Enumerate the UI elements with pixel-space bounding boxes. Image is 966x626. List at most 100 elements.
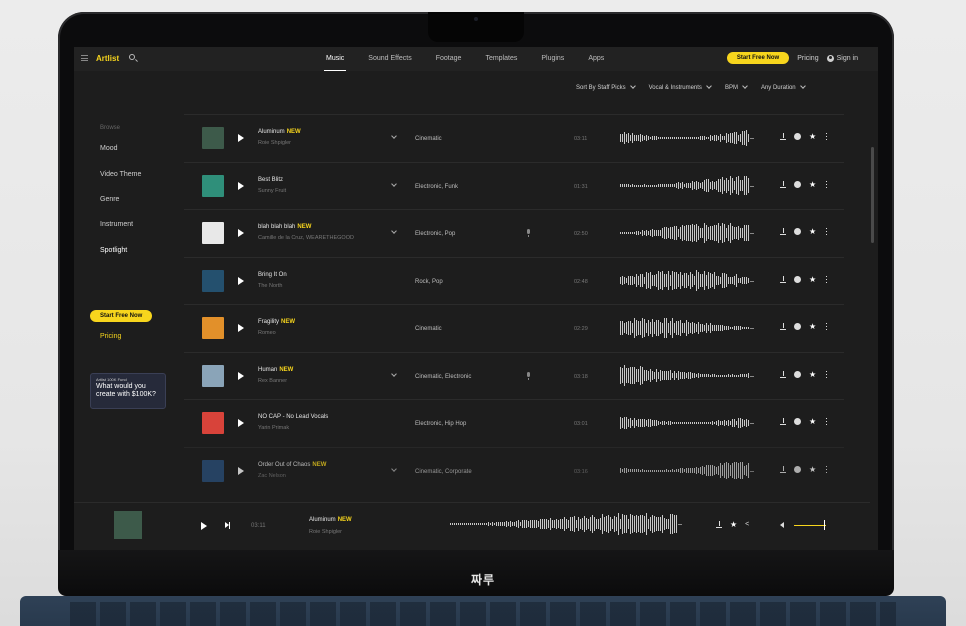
- favorite-icon[interactable]: ★: [809, 418, 816, 426]
- download-icon[interactable]: [780, 133, 786, 140]
- sidebar-item-video-theme[interactable]: Video Theme: [100, 171, 141, 178]
- sidebar-pricing-link[interactable]: Pricing: [100, 333, 121, 340]
- player-play-icon[interactable]: [201, 522, 207, 530]
- chevron-down-icon[interactable]: [391, 180, 397, 187]
- track-artist[interactable]: The North: [258, 283, 282, 289]
- chevron-down-icon[interactable]: [391, 133, 397, 139]
- filter-dropdown[interactable]: Vocal & Instruments: [649, 83, 712, 91]
- filter-dropdown[interactable]: Sort By Staff Picks: [576, 83, 636, 91]
- track-artist[interactable]: Yarin Primak: [258, 425, 289, 431]
- sidebar-start-free-button[interactable]: Start Free Now: [90, 310, 153, 322]
- filter-dropdown[interactable]: BPM: [725, 83, 748, 91]
- track-waveform[interactable]: [620, 269, 756, 294]
- favorite-icon[interactable]: ★: [809, 228, 816, 236]
- more-options-icon[interactable]: [826, 370, 828, 378]
- track-waveform[interactable]: [620, 365, 756, 389]
- track-cover[interactable]: [202, 459, 224, 482]
- track-cover[interactable]: [202, 174, 224, 197]
- player-share-icon[interactable]: <: [745, 521, 749, 528]
- download-icon[interactable]: [780, 275, 786, 283]
- track-waveform[interactable]: [620, 222, 756, 246]
- track-genre[interactable]: Cinematic, Corporate: [415, 469, 472, 475]
- track-waveform[interactable]: [620, 460, 756, 484]
- favorite-icon[interactable]: ★: [809, 275, 816, 283]
- track-artist[interactable]: Sunny Fruit: [258, 188, 286, 194]
- more-options-icon[interactable]: [826, 133, 828, 140]
- menu-icon[interactable]: [81, 55, 88, 61]
- volume-slider[interactable]: [794, 525, 826, 526]
- track-title[interactable]: blah blah blah NEW: [258, 224, 311, 230]
- player-favorite-icon[interactable]: ★: [730, 521, 737, 529]
- player-track-title[interactable]: Aluminum NEW: [309, 517, 352, 523]
- track-title[interactable]: Bring It On: [258, 272, 289, 278]
- search-icon[interactable]: [129, 54, 135, 60]
- play-icon[interactable]: [238, 371, 244, 380]
- track-genre[interactable]: Electronic, Hip Hop: [415, 421, 466, 427]
- artlist-logo[interactable]: Artlist: [96, 54, 119, 63]
- more-options-icon[interactable]: [826, 323, 828, 330]
- play-icon[interactable]: [238, 134, 244, 142]
- pricing-link[interactable]: Pricing: [797, 55, 818, 62]
- track-row[interactable]: blah blah blah NEW Camille de la Cruz, WE…: [184, 209, 844, 257]
- track-waveform[interactable]: [620, 317, 756, 341]
- track-cover[interactable]: [202, 364, 224, 387]
- sidebar-item-genre[interactable]: Genre: [100, 196, 119, 203]
- track-title[interactable]: Fragility NEW: [258, 319, 295, 325]
- volume-slider-knob[interactable]: [824, 520, 825, 530]
- tab-templates[interactable]: Templates: [473, 47, 529, 71]
- download-icon[interactable]: [780, 418, 786, 425]
- sign-in-link[interactable]: Sign in: [826, 54, 858, 62]
- play-icon[interactable]: [238, 229, 244, 237]
- track-row[interactable]: Human NEW Rex Banner Cinematic, Electroni…: [184, 351, 844, 400]
- download-icon[interactable]: [780, 180, 786, 188]
- track-cover[interactable]: [202, 317, 224, 339]
- track-row[interactable]: Order Out of Chaos NEW Zac Nelson Cinemat…: [184, 446, 844, 495]
- play-icon[interactable]: [238, 466, 244, 475]
- track-genre[interactable]: Rock, Pop: [415, 279, 443, 285]
- sidebar-item-instrument[interactable]: Instrument: [100, 221, 133, 228]
- track-row[interactable]: NO CAP - No Lead Vocals Yarin Primak Ele…: [184, 399, 844, 447]
- track-cover[interactable]: [202, 412, 224, 434]
- tab-plugins[interactable]: Plugins: [529, 47, 576, 71]
- track-title[interactable]: NO CAP - No Lead Vocals: [258, 414, 330, 420]
- start-free-button[interactable]: Start Free Now: [726, 52, 790, 64]
- track-cover[interactable]: [202, 269, 224, 292]
- sidebar-item-spotlight[interactable]: Spotlight: [100, 247, 127, 254]
- download-icon[interactable]: [780, 323, 786, 330]
- track-artist[interactable]: Camille de la Cruz, WEARETHEGOOD: [258, 235, 354, 241]
- similar-icon[interactable]: [794, 323, 801, 330]
- similar-icon[interactable]: [794, 228, 801, 235]
- track-genre[interactable]: Cinematic: [415, 326, 442, 332]
- more-options-icon[interactable]: [826, 180, 828, 188]
- track-artist[interactable]: Rex Banner: [258, 378, 287, 384]
- tab-sound-effects[interactable]: Sound Effects: [356, 47, 423, 71]
- track-row[interactable]: Best Blitz Sunny Fruit Electronic, Funk …: [184, 161, 844, 210]
- download-icon[interactable]: [780, 370, 786, 378]
- download-icon[interactable]: [780, 228, 786, 235]
- chevron-down-icon[interactable]: [391, 370, 397, 377]
- player-next-icon[interactable]: [225, 521, 230, 529]
- favorite-icon[interactable]: ★: [809, 370, 816, 378]
- favorite-icon[interactable]: ★: [809, 133, 816, 141]
- similar-icon[interactable]: [794, 418, 801, 425]
- track-row[interactable]: Aluminum NEW Roie Shpigler Cinematic 03:1…: [184, 114, 844, 162]
- track-waveform[interactable]: [620, 412, 756, 436]
- chevron-down-icon[interactable]: [391, 228, 397, 234]
- track-genre[interactable]: Electronic, Pop: [415, 231, 455, 237]
- track-waveform[interactable]: [620, 127, 756, 151]
- player-download-icon[interactable]: [716, 521, 722, 528]
- player-waveform[interactable]: [450, 513, 682, 537]
- scrollbar-track[interactable]: [871, 71, 875, 502]
- more-options-icon[interactable]: [826, 465, 828, 473]
- filter-dropdown[interactable]: Any Duration: [761, 83, 806, 91]
- track-genre[interactable]: Cinematic: [415, 136, 442, 142]
- track-genre[interactable]: Electronic, Funk: [415, 184, 458, 190]
- similar-icon[interactable]: [794, 465, 801, 473]
- track-artist[interactable]: Roie Shpigler: [258, 140, 291, 146]
- favorite-icon[interactable]: ★: [809, 180, 816, 188]
- more-options-icon[interactable]: [826, 275, 828, 283]
- more-options-icon[interactable]: [826, 228, 828, 235]
- track-title[interactable]: Aluminum NEW: [258, 129, 301, 135]
- track-title[interactable]: Best Blitz: [258, 177, 285, 183]
- track-waveform[interactable]: [620, 175, 756, 199]
